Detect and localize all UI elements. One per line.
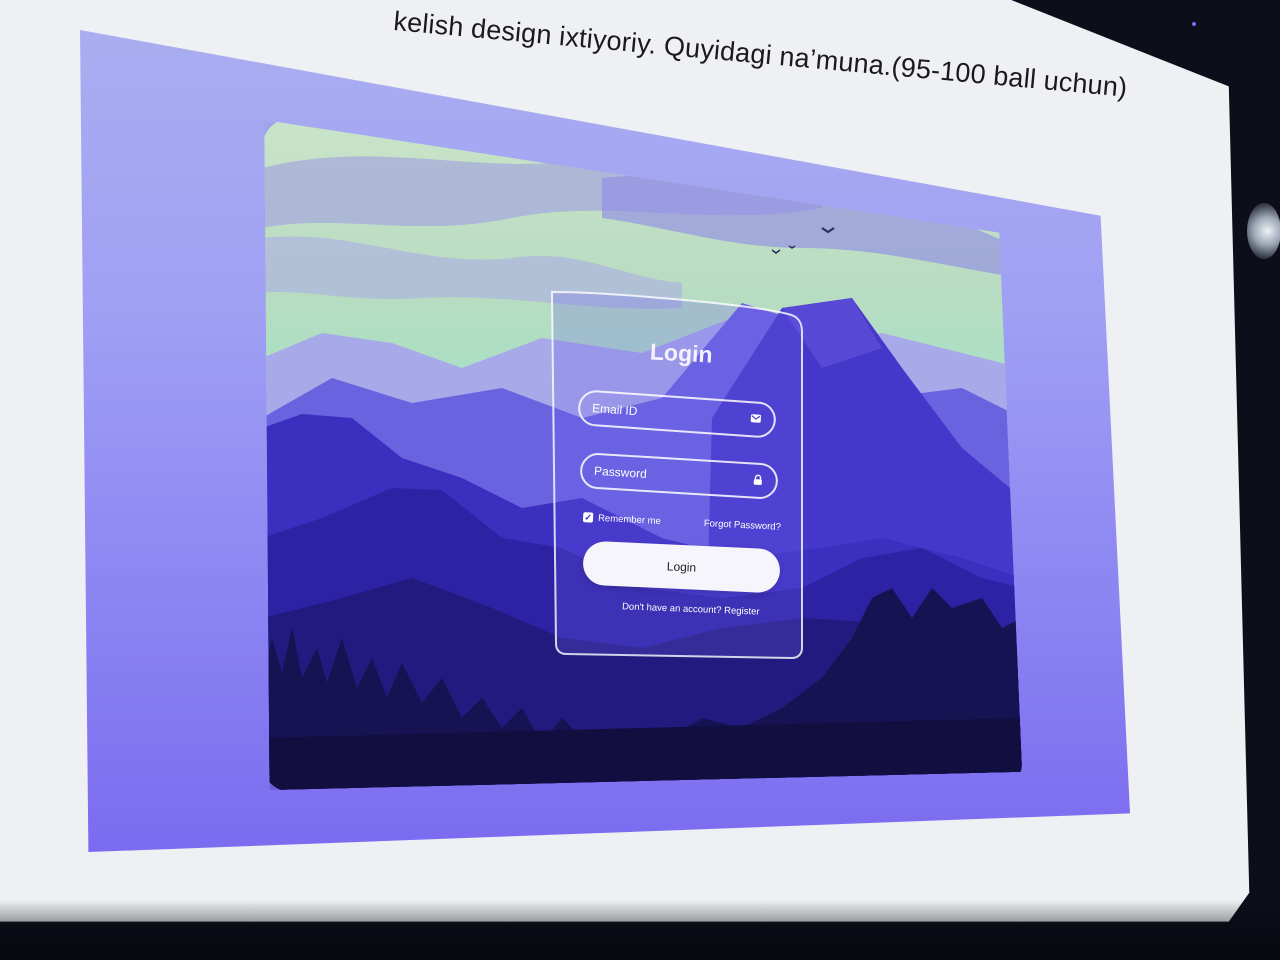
check-icon[interactable]: ✓: [582, 512, 594, 523]
password-placeholder: Password: [593, 463, 648, 482]
lock-icon: [751, 473, 764, 489]
status-led: [1192, 22, 1196, 26]
mail-icon: [749, 412, 762, 428]
login-button[interactable]: Login: [582, 540, 781, 594]
screen-bezel-shade: [0, 860, 1280, 960]
register-link[interactable]: Register: [724, 605, 760, 617]
camera-lens: [1247, 203, 1280, 259]
login-title: Login: [649, 338, 714, 368]
email-placeholder: Email ID: [591, 401, 638, 419]
forgot-password-link[interactable]: Forgot Password?: [704, 518, 782, 533]
remember-me-label: Remember me: [597, 512, 662, 527]
remember-me-toggle[interactable]: ✓ Remember me: [582, 512, 662, 527]
